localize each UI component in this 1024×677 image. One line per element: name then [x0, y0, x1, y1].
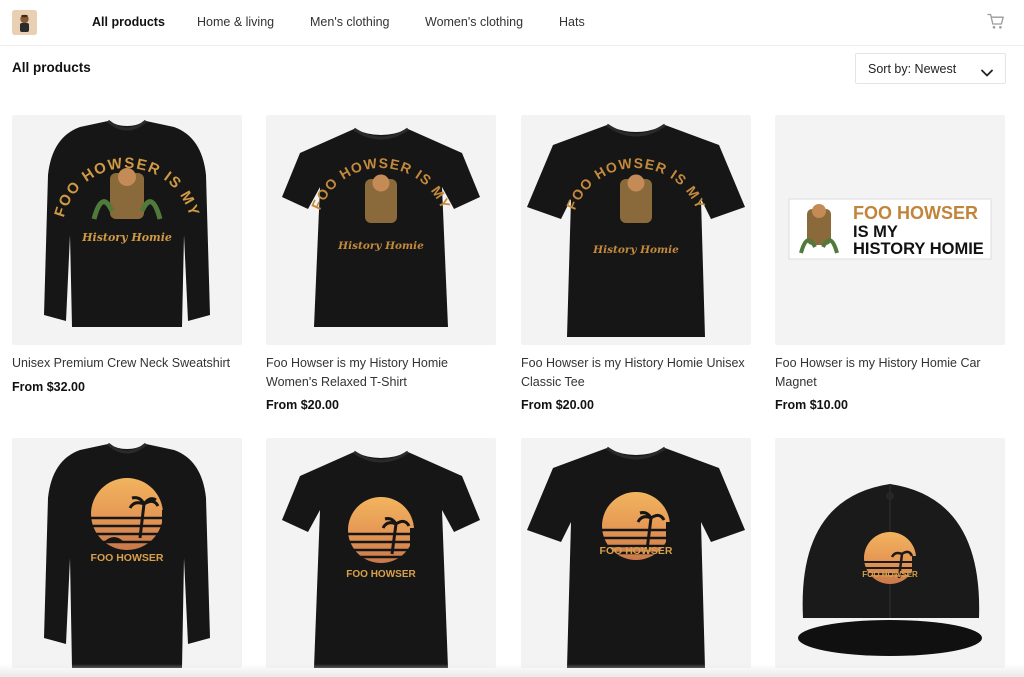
product-image-sweatshirt-sunset[interactable]: FOO HOWSER	[12, 438, 242, 668]
chevron-down-icon	[981, 64, 993, 82]
sort-dropdown[interactable]: Sort by: Newest	[855, 53, 1006, 84]
car-magnet-graphic: FOO HOWSER IS MY HISTORY HOMIE	[788, 198, 992, 260]
nav-mens-clothing[interactable]: Men's clothing	[310, 15, 390, 29]
product-image-cap-sunset[interactable]: FOO HOWSER	[775, 438, 1005, 668]
magnet-line-2: IS MY	[853, 223, 898, 241]
product-card[interactable]: FOO HOWSER	[266, 438, 496, 677]
product-card[interactable]: FOO HOWSER	[521, 438, 751, 677]
product-image-womens-tee[interactable]: FOO HOWSER IS MY History Homie	[266, 115, 496, 345]
womens-tee-graphic: FOO HOWSER IS MY History Homie	[282, 127, 480, 327]
product-card[interactable]: FOO HOWSER IS MY History Homie Foo Howse…	[266, 115, 496, 412]
product-image-womens-tee-sunset[interactable]: FOO HOWSER	[266, 438, 496, 668]
avatar-logo-icon	[12, 10, 37, 35]
product-price: From $32.00	[12, 379, 85, 394]
sunset-text: FOO HOWSER	[600, 545, 673, 557]
magnet-line-3: HISTORY HOMIE	[853, 240, 984, 258]
bottom-fade	[0, 664, 1024, 677]
script-text: History Homie	[337, 240, 424, 252]
cap-sunset-graphic: FOO HOWSER	[798, 484, 982, 656]
product-card[interactable]: FOO HOWSER IS MY History Homie Unisex Pr…	[12, 115, 242, 394]
product-price: From $20.00	[521, 398, 594, 412]
nav-hats[interactable]: Hats	[559, 15, 585, 29]
sweatshirt-graphic: FOO HOWSER IS MY History Homie	[44, 119, 210, 327]
sunset-text: FOO HOWSER	[91, 552, 164, 564]
product-title[interactable]: Foo Howser is my History Homie Unisex Cl…	[521, 354, 751, 391]
product-title[interactable]: Unisex Premium Crew Neck Sweatshirt	[12, 354, 242, 373]
sweatshirt-sunset-graphic: FOO HOWSER	[44, 442, 210, 668]
script-text: History Homie	[592, 244, 679, 256]
product-title[interactable]: Foo Howser is my History Homie Car Magne…	[775, 354, 1005, 391]
store-logo[interactable]	[12, 10, 37, 35]
classic-tee-graphic: FOO HOWSER IS MY History Homie	[527, 123, 745, 337]
product-price: From $20.00	[266, 398, 339, 412]
classic-tee-sunset-graphic: FOO HOWSER	[527, 446, 745, 668]
top-navigation: All products Home & living Men's clothin…	[0, 0, 1024, 46]
womens-tee-sunset-graphic: FOO HOWSER	[282, 450, 480, 668]
sunset-text: FOO HOWSER	[346, 569, 416, 580]
shopping-cart-icon[interactable]	[987, 13, 1005, 35]
product-image-car-magnet[interactable]: FOO HOWSER IS MY HISTORY HOMIE	[775, 115, 1005, 345]
sunset-text: FOO HOWSER	[862, 570, 918, 579]
page-title: All products	[12, 60, 91, 75]
nav-home-living[interactable]: Home & living	[197, 15, 274, 29]
product-image-classic-tee[interactable]: FOO HOWSER IS MY History Homie	[521, 115, 751, 345]
product-card[interactable]: FOO HOWSER	[12, 438, 242, 677]
product-title[interactable]: Foo Howser is my History Homie Women's R…	[266, 354, 496, 391]
product-image-sweatshirt[interactable]: FOO HOWSER IS MY History Homie	[12, 115, 242, 345]
product-card[interactable]: FOO HOWSER IS MY HISTORY HOMIE Foo Howse…	[775, 115, 1005, 412]
script-text: History Homie	[81, 231, 172, 244]
sort-label: Sort by: Newest	[868, 62, 957, 76]
nav-womens-clothing[interactable]: Women's clothing	[425, 15, 523, 29]
product-card[interactable]: FOO HOWSER IS MY History Homie Foo Howse…	[521, 115, 751, 412]
magnet-line-1: FOO HOWSER	[853, 203, 978, 223]
product-card[interactable]: FOO HOWSER	[775, 438, 1005, 677]
nav-all-products[interactable]: All products	[92, 15, 165, 29]
product-image-classic-tee-sunset[interactable]: FOO HOWSER	[521, 438, 751, 668]
product-price: From $10.00	[775, 398, 848, 412]
